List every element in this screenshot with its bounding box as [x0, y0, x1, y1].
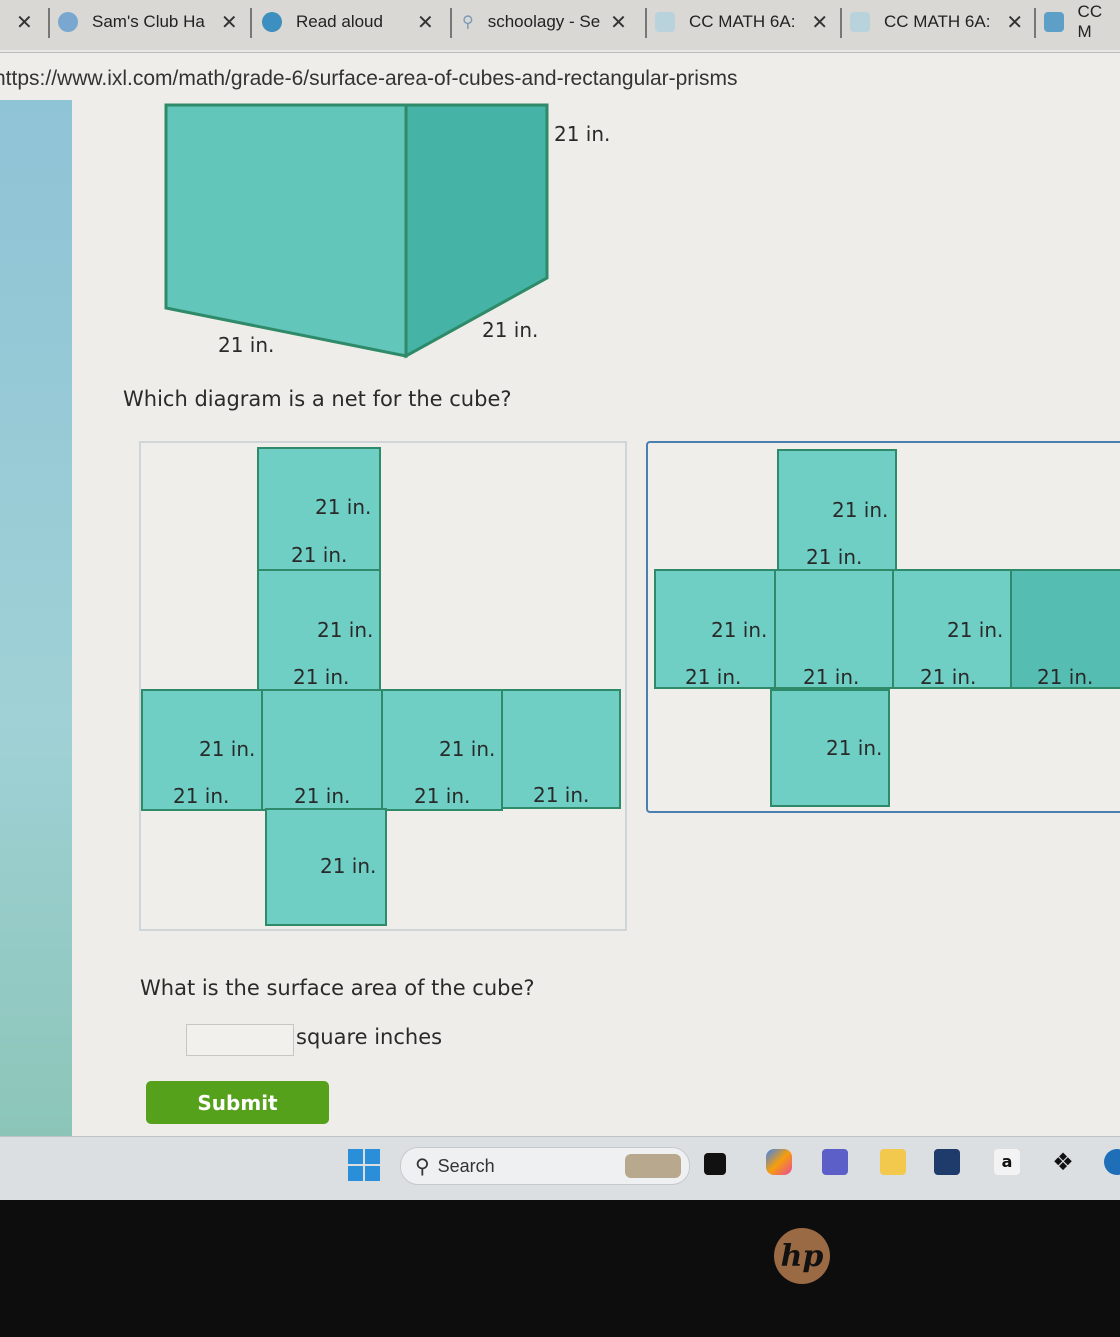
close-icon[interactable]: ✕: [417, 10, 434, 35]
answer-choice-b[interactable]: 21 in. 21 in. 21 in. 21 in. 21 in. 21 in…: [646, 441, 1120, 813]
edge-label: 21 in.: [414, 784, 471, 808]
copilot-icon[interactable]: [766, 1149, 792, 1175]
butterfly-icon: [58, 12, 78, 32]
edge-label: 21 in.: [920, 665, 977, 689]
cube-height-label: 21 in.: [554, 122, 611, 146]
amazon-icon[interactable]: a: [994, 1149, 1020, 1175]
close-icon[interactable]: ✕: [610, 10, 627, 35]
tab-label: Read aloud: [296, 12, 383, 31]
edge-icon[interactable]: [1104, 1149, 1120, 1175]
left-panel: [0, 100, 72, 1136]
tab-separator: [840, 8, 842, 38]
tab-separator: [450, 8, 452, 38]
search-icon: ⚲: [462, 14, 474, 31]
edge-label: 21 in.: [685, 665, 742, 689]
tab-cc-math-2[interactable]: CC MATH 6A: ✕: [850, 0, 1023, 44]
search-icon: ⚲: [415, 1154, 430, 1178]
edge-label: 21 in.: [173, 784, 230, 808]
cube-front-face: [164, 103, 408, 358]
address-bar[interactable]: https://www.ixl.com/math/grade-6/surface…: [0, 52, 1120, 102]
edge-label: 21 in.: [291, 543, 348, 567]
tab-0[interactable]: ✕: [16, 0, 33, 44]
store-icon[interactable]: [934, 1149, 960, 1175]
edge-label: 21 in.: [947, 618, 1004, 642]
surface-area-input[interactable]: [186, 1024, 294, 1056]
edge-label: 21 in.: [320, 854, 377, 878]
edge-icon: [262, 12, 282, 32]
answer-choice-a[interactable]: 21 in. 21 in. 21 in. 21 in. 21 in. 21 in…: [139, 441, 627, 931]
screen: ✕ Sam's Club Ha ✕ Read aloud ✕ ⚲ schoola…: [0, 0, 1120, 1200]
cube-depth-label: 21 in.: [482, 318, 539, 342]
start-icon[interactable]: [348, 1149, 380, 1181]
file-explorer-icon[interactable]: [880, 1149, 906, 1175]
schoology-icon: [655, 12, 675, 32]
edge-label: 21 in.: [533, 783, 590, 807]
close-icon[interactable]: ✕: [221, 10, 238, 35]
question-net: Which diagram is a net for the cube?: [123, 387, 512, 411]
unit-label: square inches: [296, 1025, 443, 1049]
tab-schoology[interactable]: ⚲ schoolagy - Se ✕: [462, 0, 627, 44]
search-highlight-icon: [625, 1154, 681, 1178]
tab-separator: [48, 8, 50, 38]
tab-separator: [1034, 8, 1036, 38]
edge-label: 21 in.: [1037, 665, 1094, 689]
tab-cc-math-3[interactable]: CC M: [1044, 0, 1120, 44]
tab-separator: [645, 8, 647, 38]
schoology-icon: [850, 12, 870, 32]
question-surface-area: What is the surface area of the cube?: [140, 976, 535, 1000]
edge-label: 21 in.: [803, 665, 860, 689]
edge-label: 21 in.: [439, 737, 496, 761]
schoology-icon: [1044, 12, 1064, 32]
teams-icon[interactable]: [822, 1149, 848, 1175]
edge-label: 21 in.: [315, 495, 372, 519]
tab-cc-math-1[interactable]: CC MATH 6A: ✕: [655, 0, 828, 44]
edge-label: 21 in.: [294, 784, 351, 808]
submit-button[interactable]: Submit: [146, 1081, 329, 1124]
tab-label: CC M: [1077, 2, 1103, 41]
edge-label: 21 in.: [711, 618, 768, 642]
search-label: Search: [437, 1155, 495, 1176]
edge-label: 21 in.: [826, 736, 883, 760]
close-icon[interactable]: ✕: [16, 10, 33, 35]
edge-label: 21 in.: [199, 737, 256, 761]
tab-label: schoolagy - Se: [487, 12, 601, 31]
tab-label: CC MATH 6A:: [884, 12, 991, 31]
tab-separator: [250, 8, 252, 38]
dropbox-icon[interactable]: ❖: [1050, 1149, 1076, 1175]
close-icon[interactable]: ✕: [1006, 10, 1023, 35]
hp-logo: hp: [774, 1228, 830, 1284]
url-text[interactable]: https://www.ixl.com/math/grade-6/surface…: [0, 67, 737, 91]
tab-label: Sam's Club Ha: [92, 12, 205, 31]
monitor-bezel: [0, 1200, 1120, 1337]
taskbar: ⚲ Search a ❖: [0, 1136, 1120, 1200]
taskbar-search[interactable]: ⚲ Search: [400, 1147, 690, 1185]
tab-sams-club[interactable]: Sam's Club Ha ✕: [58, 0, 238, 44]
tab-bar: ✕ Sam's Club Ha ✕ Read aloud ✕ ⚲ schoola…: [0, 0, 1120, 50]
tab-label: CC MATH 6A:: [689, 12, 796, 31]
close-icon[interactable]: ✕: [811, 10, 828, 35]
edge-label: 21 in.: [832, 498, 889, 522]
edge-label: 21 in.: [293, 665, 350, 689]
tab-read-aloud[interactable]: Read aloud ✕: [262, 0, 434, 44]
cube-width-label: 21 in.: [218, 333, 275, 357]
task-view-icon[interactable]: [704, 1153, 726, 1175]
edge-label: 21 in.: [317, 618, 374, 642]
edge-label: 21 in.: [806, 545, 863, 569]
